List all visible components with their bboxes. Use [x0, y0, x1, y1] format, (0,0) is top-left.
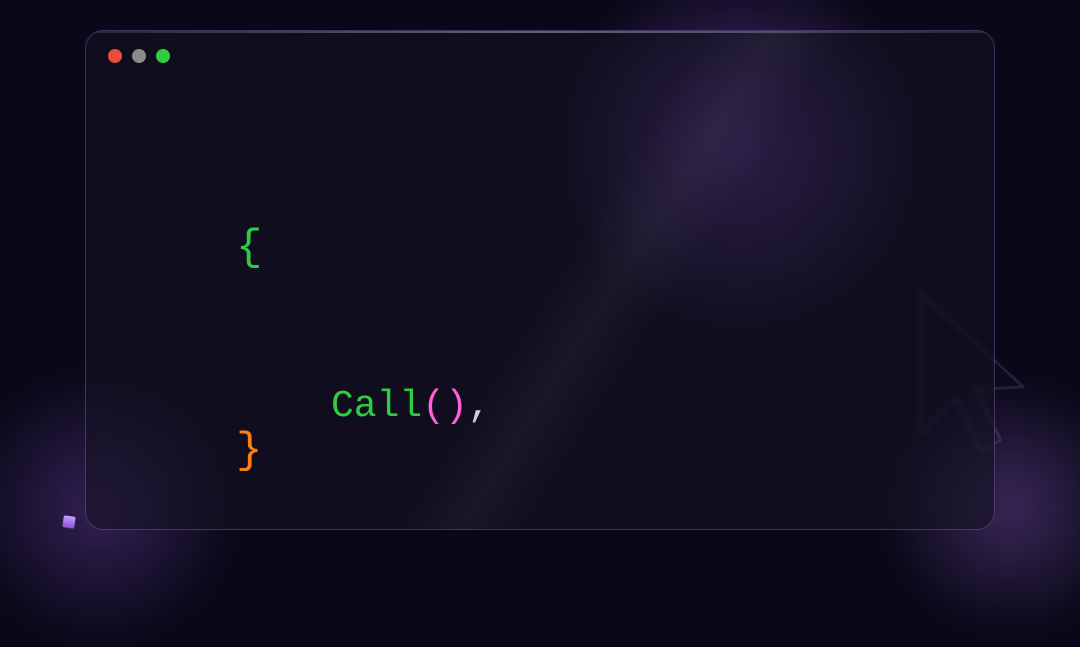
- brace-close: }: [236, 426, 262, 476]
- brace-open: {: [236, 219, 696, 278]
- close-dot[interactable]: [108, 49, 122, 63]
- window-top-highlight: [86, 31, 994, 33]
- maximize-dot[interactable]: [156, 49, 170, 63]
- minimize-dot[interactable]: [132, 49, 146, 63]
- code-window: { Call(), Apply(), Bind(), // in javascr…: [85, 30, 995, 530]
- traffic-lights: [108, 49, 170, 63]
- comma: ,: [468, 385, 491, 428]
- code-line-call: Call(),: [331, 381, 696, 432]
- code-block: { Call(), Apply(), Bind(), // in javascr…: [236, 116, 696, 530]
- parens: (): [422, 385, 468, 428]
- fn-name: Call: [331, 385, 422, 428]
- tiny-square-decoration: [62, 515, 76, 529]
